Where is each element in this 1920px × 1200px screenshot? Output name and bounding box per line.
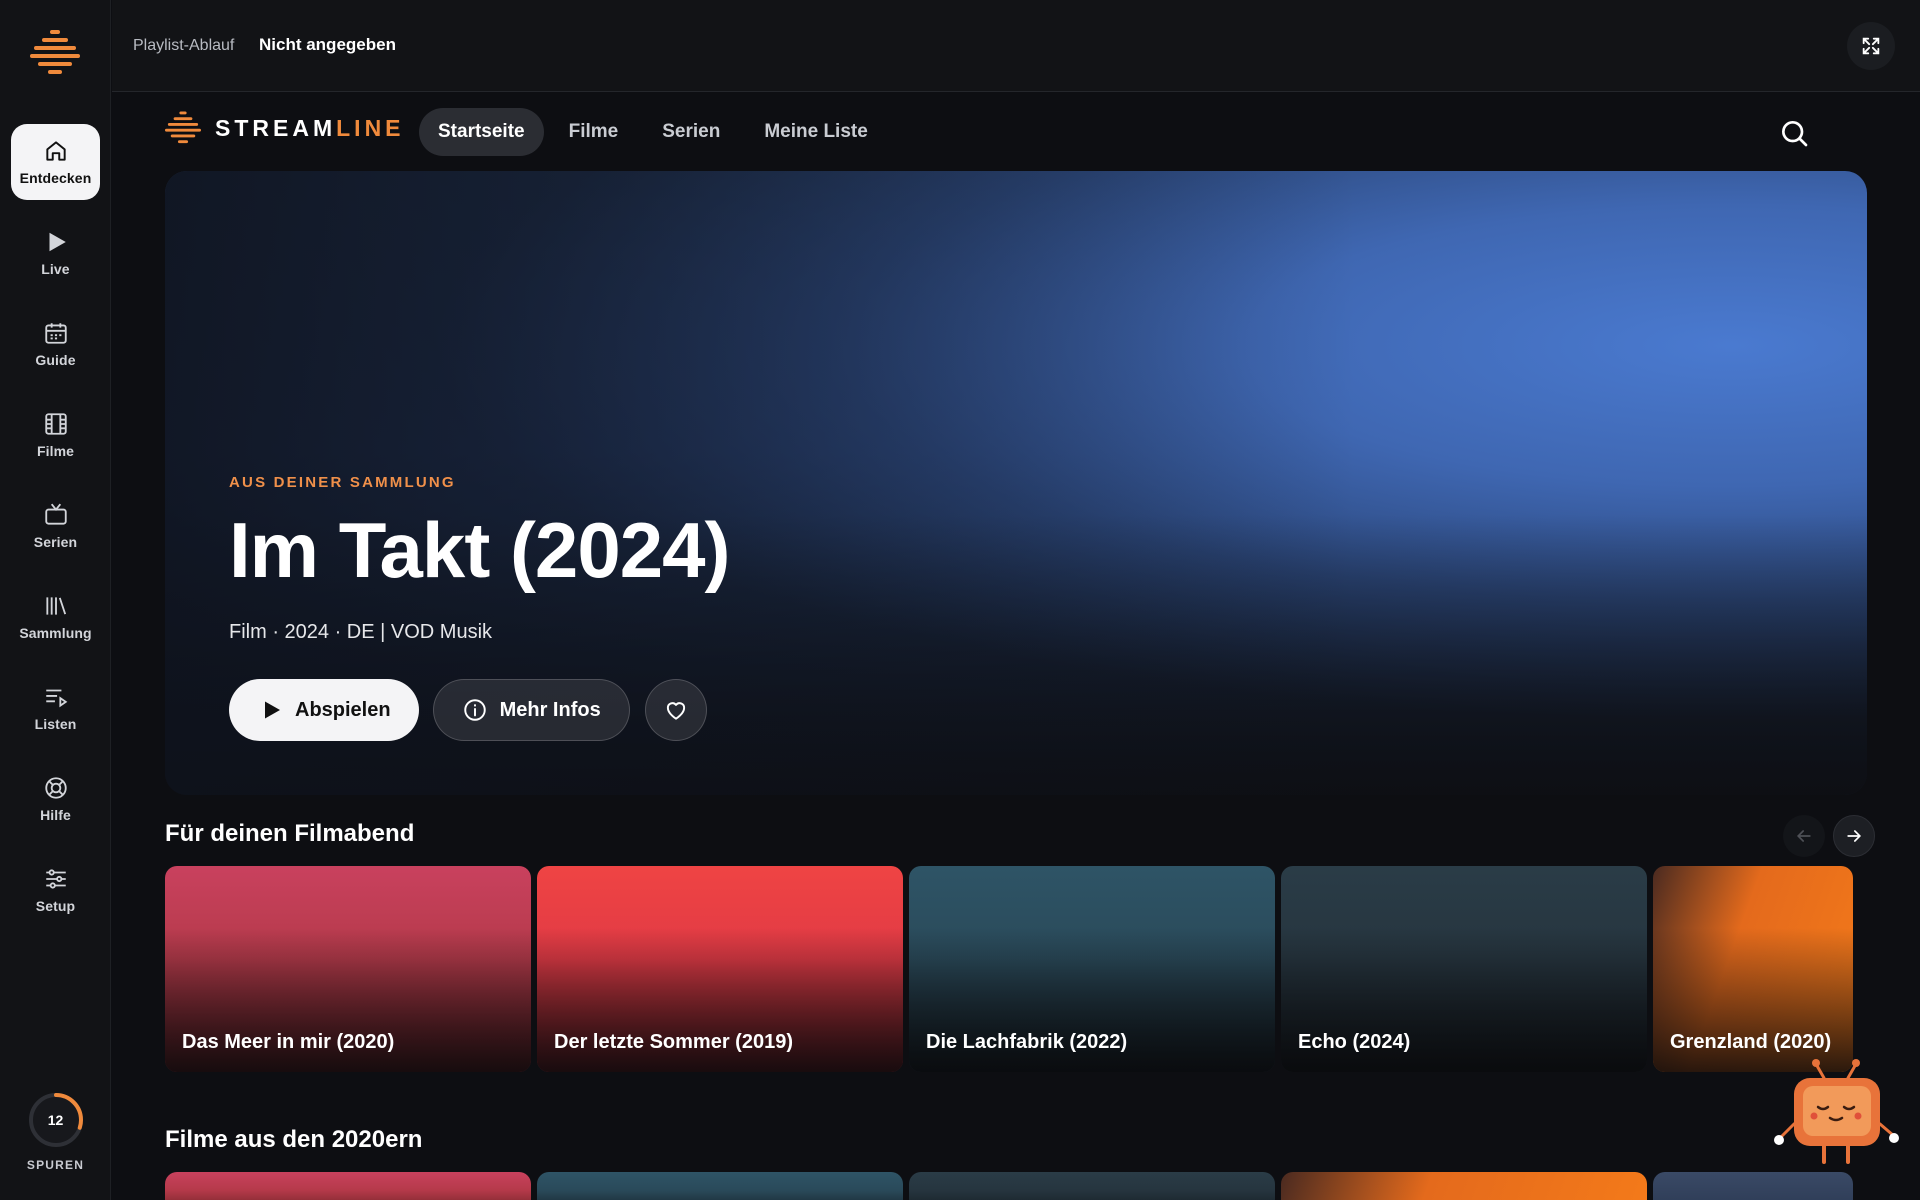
sidebar-item-label: Serien [33, 534, 78, 550]
tab-serien[interactable]: Serien [643, 108, 739, 156]
row-navigation [1775, 815, 1875, 857]
movie-card[interactable] [165, 1172, 531, 1200]
brand-name-part2: LINE [336, 114, 405, 141]
movie-card[interactable]: Der letzte Sommer (2019) [537, 866, 903, 1072]
expand-icon [1862, 37, 1880, 55]
playlist-icon [45, 689, 67, 708]
sidebar-item-filme[interactable]: Filme [11, 397, 100, 473]
tab-filme[interactable]: Filme [550, 108, 638, 156]
hero-content: AUS DEINER SAMMLUNG Im Takt (2024) Film … [229, 474, 730, 741]
sidebar-item-label: Setup [35, 898, 76, 914]
card-row [165, 1172, 1859, 1200]
sidebar-item-label: Entdecken [19, 170, 92, 186]
sidebar-item-guide[interactable]: Guide [11, 306, 100, 382]
brand-name: STREAMLINE [215, 115, 405, 142]
brand-name-part1: STREAM [215, 114, 337, 141]
tv-icon [44, 503, 67, 525]
play-button-label: Abspielen [295, 698, 391, 721]
film-icon [44, 413, 67, 435]
movie-card[interactable] [537, 1172, 903, 1200]
playlist-label: Playlist-Ablauf [133, 37, 235, 54]
sidebar-item-serien[interactable]: Serien [11, 488, 100, 564]
play-icon [49, 232, 66, 252]
streamline-logo-icon[interactable] [30, 28, 80, 78]
movie-card-title: Die Lachfabrik (2022) [926, 1031, 1128, 1053]
sidebar-item-label: Filme [36, 443, 75, 459]
card-row: Das Meer in mir (2020) Der letzte Sommer… [165, 866, 1859, 1072]
sidebar-item-live[interactable]: Live [11, 215, 100, 291]
hero-title: Im Takt (2024) [229, 506, 730, 594]
tab-startseite[interactable]: Startseite [419, 108, 544, 156]
sidebar-item-hilfe[interactable]: Hilfe [11, 761, 100, 837]
play-button[interactable]: Abspielen [229, 679, 419, 741]
movie-card[interactable]: Das Meer in mir (2020) [165, 866, 531, 1072]
progress-ring: 12 [28, 1092, 84, 1148]
sidebar-item-label: Guide [35, 352, 76, 368]
favorite-button[interactable] [644, 679, 707, 741]
playlist-value[interactable]: Nicht angegeben [259, 35, 396, 55]
sidebar-item-sammlung[interactable]: Sammlung [11, 579, 100, 655]
tv-mascot-icon[interactable] [1772, 1052, 1900, 1180]
spuren-counter[interactable]: 12 SPUREN [0, 1092, 111, 1172]
row-title: Filme aus den 2020ern [165, 1126, 423, 1153]
hero-eyebrow: AUS DEINER SAMMLUNG [229, 474, 456, 491]
sidebar-item-label: Hilfe [40, 807, 71, 823]
sidebar-item-label: Sammlung [19, 625, 92, 641]
spuren-label: SPUREN [26, 1158, 85, 1172]
movie-card-title: Grenzland (2020) [1670, 1031, 1832, 1053]
arrow-left-icon [1796, 830, 1811, 842]
movie-card[interactable] [1281, 1172, 1647, 1200]
sidebar-item-label: Listen [34, 716, 77, 732]
movie-card-title: Echo (2024) [1298, 1031, 1411, 1053]
lifebuoy-icon [44, 777, 67, 799]
home-icon [45, 141, 66, 161]
tab-meine-liste[interactable]: Meine Liste [745, 108, 886, 156]
more-info-button[interactable]: Mehr Infos [432, 679, 630, 741]
row-next-button[interactable] [1833, 815, 1875, 857]
library-icon [45, 597, 66, 615]
sidebar-item-label: Live [41, 261, 70, 277]
sliders-icon [45, 869, 66, 889]
hero-meta: Film · 2024 · DE | VOD Musik [229, 621, 493, 643]
sidebar-nav: Entdecken Live Guide Filme Serien Sammlu… [0, 124, 111, 943]
spuren-count: 12 [47, 1112, 64, 1128]
sidebar: Entdecken Live Guide Filme Serien Sammlu… [0, 0, 111, 1200]
search-icon[interactable] [1778, 117, 1810, 149]
row-title: Für deinen Filmabend [165, 820, 415, 847]
fullscreen-button[interactable] [1847, 22, 1895, 70]
movie-card[interactable]: Die Lachfabrik (2022) [909, 866, 1275, 1072]
calendar-icon [44, 323, 67, 344]
info-icon [463, 699, 486, 721]
hero-actions: Abspielen Mehr Infos [229, 679, 729, 741]
hero-banner: AUS DEINER SAMMLUNG Im Takt (2024) Film … [165, 171, 1867, 795]
arrow-right-icon [1847, 830, 1862, 842]
brand[interactable]: STREAMLINE [165, 110, 405, 146]
movie-card[interactable]: Echo (2024) [1281, 866, 1647, 1072]
heart-icon [666, 702, 685, 720]
row-prev-button[interactable] [1783, 815, 1825, 857]
main-tabs: Startseite Filme Serien Meine Liste [419, 108, 893, 156]
movie-card[interactable]: Grenzland (2020) [1653, 866, 1853, 1072]
sidebar-item-setup[interactable]: Setup [11, 852, 100, 928]
streamline-logo-icon [165, 111, 201, 144]
movie-card-title: Der letzte Sommer (2019) [554, 1031, 793, 1053]
movie-card[interactable] [909, 1172, 1275, 1200]
sidebar-item-entdecken[interactable]: Entdecken [11, 124, 100, 200]
top-bar: Playlist-Ablauf Nicht angegeben [112, 0, 1920, 92]
sidebar-item-listen[interactable]: Listen [11, 670, 100, 746]
play-icon [265, 701, 280, 719]
movie-card-title: Das Meer in mir (2020) [182, 1031, 395, 1053]
more-info-button-label: Mehr Infos [499, 698, 601, 721]
